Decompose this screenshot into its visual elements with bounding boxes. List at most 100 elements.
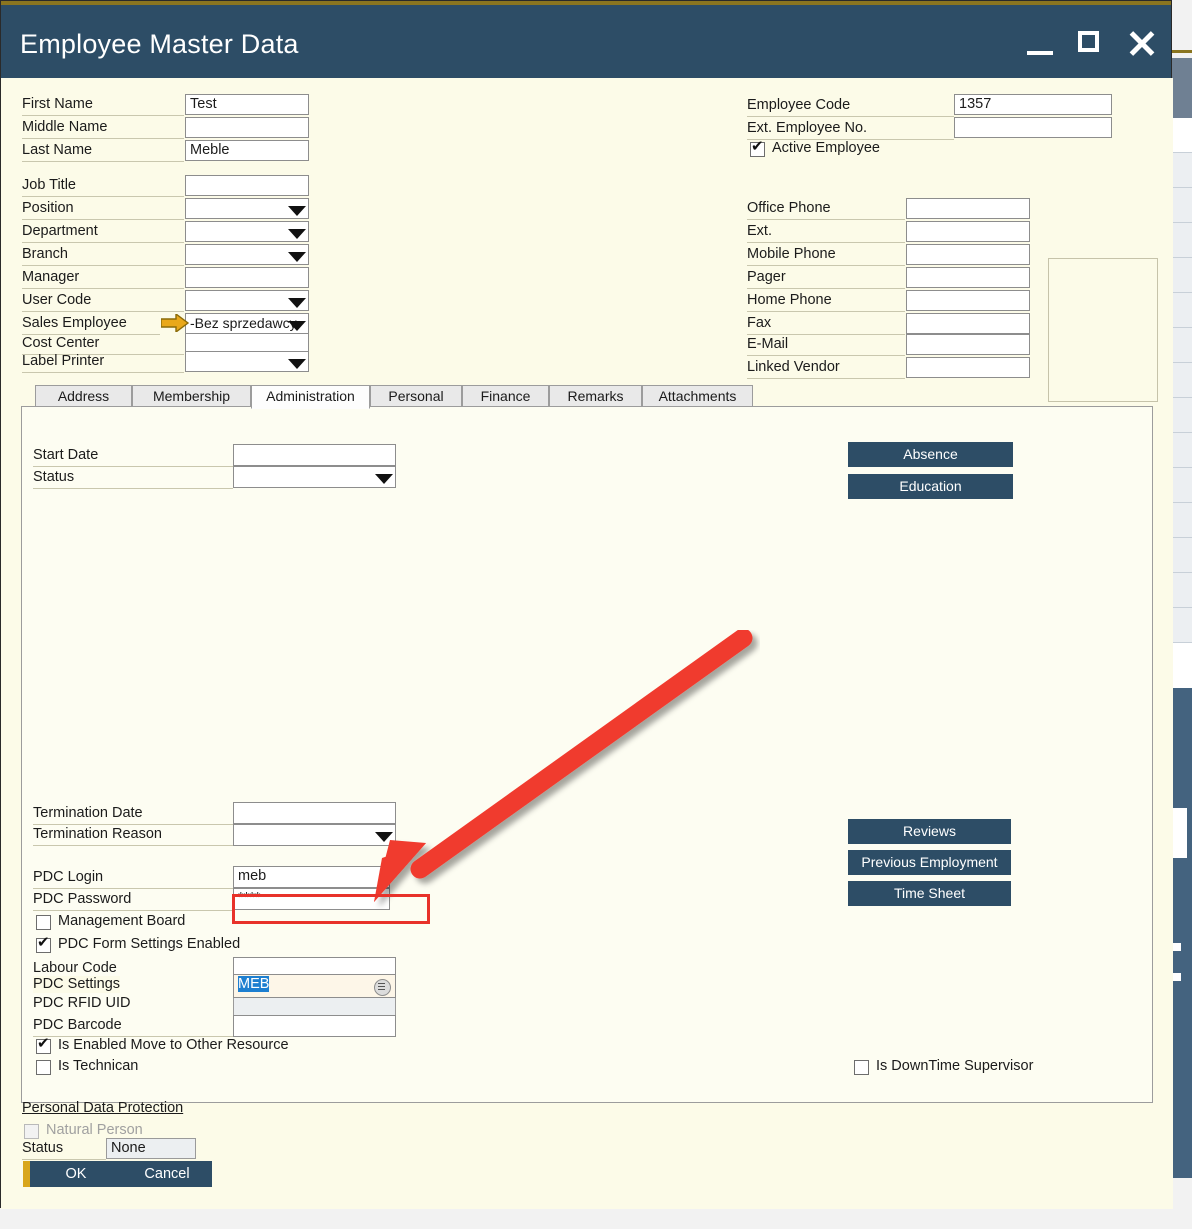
label-pager: Pager: [747, 269, 786, 286]
combo-termination-reason-value: [233, 824, 396, 846]
label-start-date: Start Date: [33, 447, 98, 464]
input-first-name[interactable]: Test: [185, 94, 309, 115]
input-manager[interactable]: [185, 267, 309, 288]
combo-termination-reason[interactable]: [233, 824, 396, 846]
label-termination-date: Termination Date: [33, 805, 143, 822]
input-linked-vendor[interactable]: [906, 357, 1030, 378]
previous-employment-button[interactable]: Previous Employment: [848, 850, 1011, 875]
input-job-title[interactable]: [185, 175, 309, 196]
label-mobile-phone: Mobile Phone: [747, 246, 836, 263]
label-sales-employee: Sales Employee: [22, 315, 127, 332]
window-title: Employee Master Data: [20, 29, 299, 60]
input-pdc-login[interactable]: meb: [233, 866, 390, 888]
divider: [747, 116, 954, 117]
divider: [747, 334, 905, 335]
divider: [747, 378, 905, 379]
label-job-title: Job Title: [22, 177, 76, 194]
divider: [33, 888, 233, 889]
combo-sales-employee[interactable]: -Bez sprzedawcy: [185, 313, 309, 334]
input-pdc-settings[interactable]: MEB: [233, 974, 396, 998]
label-department: Department: [22, 223, 98, 240]
checkbox-is-downtime-supervisor-label: Is DownTime Supervisor: [876, 1058, 1033, 1074]
reviews-button[interactable]: Reviews: [848, 819, 1011, 844]
divider: [747, 311, 905, 312]
checkbox-box: [36, 1039, 51, 1054]
combo-user-code[interactable]: [185, 290, 309, 311]
personal-data-protection-heading: Personal Data Protection: [22, 1100, 183, 1116]
label-pdc-settings: PDC Settings: [33, 976, 120, 993]
tab-finance[interactable]: Finance: [462, 385, 549, 407]
input-termination-date[interactable]: [233, 802, 396, 824]
chevron-down-icon: [288, 359, 306, 369]
absence-button[interactable]: Absence: [848, 442, 1013, 467]
checkbox-box: [854, 1060, 869, 1075]
background-chip: [1173, 973, 1181, 981]
divider: [747, 355, 905, 356]
input-pdc-password[interactable]: ****: [233, 888, 390, 910]
checkbox-box: [24, 1124, 39, 1139]
input-last-name[interactable]: Meble: [185, 140, 309, 161]
label-email: E-Mail: [747, 336, 788, 353]
input-office-phone[interactable]: [906, 198, 1030, 219]
label-first-name: First Name: [22, 96, 93, 113]
administration-tab-panel: [21, 406, 1153, 1103]
maximize-icon[interactable]: [1074, 27, 1108, 61]
input-pdc-settings-value: MEB: [238, 976, 269, 992]
tab-attachments[interactable]: Attachments: [642, 385, 753, 407]
input-ext-employee-no[interactable]: [954, 117, 1112, 138]
background-chip: [1173, 943, 1181, 951]
input-employee-code[interactable]: 1357: [954, 94, 1112, 115]
combo-branch[interactable]: [185, 244, 309, 265]
divider: [33, 845, 233, 846]
checkbox-box: [750, 142, 765, 157]
chevron-down-icon: [375, 474, 393, 484]
tab-remarks[interactable]: Remarks: [549, 385, 642, 407]
input-ext[interactable]: [906, 221, 1030, 242]
input-pdp-status[interactable]: None: [106, 1138, 196, 1159]
minimize-icon[interactable]: [1023, 27, 1057, 61]
combo-position[interactable]: [185, 198, 309, 219]
input-middle-name[interactable]: [185, 117, 309, 138]
input-fax[interactable]: [906, 313, 1030, 334]
input-pager[interactable]: [906, 267, 1030, 288]
divider: [22, 196, 184, 197]
input-mobile-phone[interactable]: [906, 244, 1030, 265]
divider: [747, 265, 905, 266]
close-icon[interactable]: [1125, 27, 1159, 61]
tab-address[interactable]: Address: [35, 385, 132, 407]
input-pdc-barcode[interactable]: [233, 1015, 396, 1037]
ok-button[interactable]: OK: [23, 1161, 122, 1187]
chevron-down-icon: [288, 321, 306, 331]
label-user-code: User Code: [22, 292, 91, 309]
tab-bar: Address Membership Administration Person…: [21, 385, 1153, 407]
label-ext-employee-no: Ext. Employee No.: [747, 120, 867, 137]
divider: [22, 311, 184, 312]
tab-membership[interactable]: Membership: [132, 385, 251, 407]
divider: [22, 265, 184, 266]
chevron-down-icon: [375, 832, 393, 842]
divider: [22, 161, 184, 162]
input-start-date[interactable]: [233, 444, 396, 466]
combo-label-printer[interactable]: [185, 351, 309, 372]
employee-photo-placeholder[interactable]: [1048, 258, 1158, 402]
link-list-icon[interactable]: [374, 979, 391, 996]
chevron-down-icon: [288, 206, 306, 216]
cancel-button[interactable]: Cancel: [122, 1161, 212, 1187]
label-pdc-login: PDC Login: [33, 869, 103, 886]
combo-department[interactable]: [185, 221, 309, 242]
time-sheet-button[interactable]: Time Sheet: [848, 881, 1011, 906]
checkbox-is-technican-label: Is Technican: [58, 1058, 138, 1074]
divider: [33, 910, 233, 911]
input-email[interactable]: [906, 334, 1030, 355]
education-button[interactable]: Education: [848, 474, 1013, 499]
employee-master-data-window: Employee Master Data First Name Test Mid…: [0, 0, 1172, 1208]
combo-status-value: [233, 466, 396, 488]
input-home-phone[interactable]: [906, 290, 1030, 311]
divider: [33, 466, 233, 467]
divider: [747, 219, 905, 220]
tab-personal[interactable]: Personal: [370, 385, 462, 407]
label-position: Position: [22, 200, 74, 217]
label-status: Status: [33, 469, 74, 486]
combo-status[interactable]: [233, 466, 396, 488]
tab-administration[interactable]: Administration: [251, 385, 370, 409]
